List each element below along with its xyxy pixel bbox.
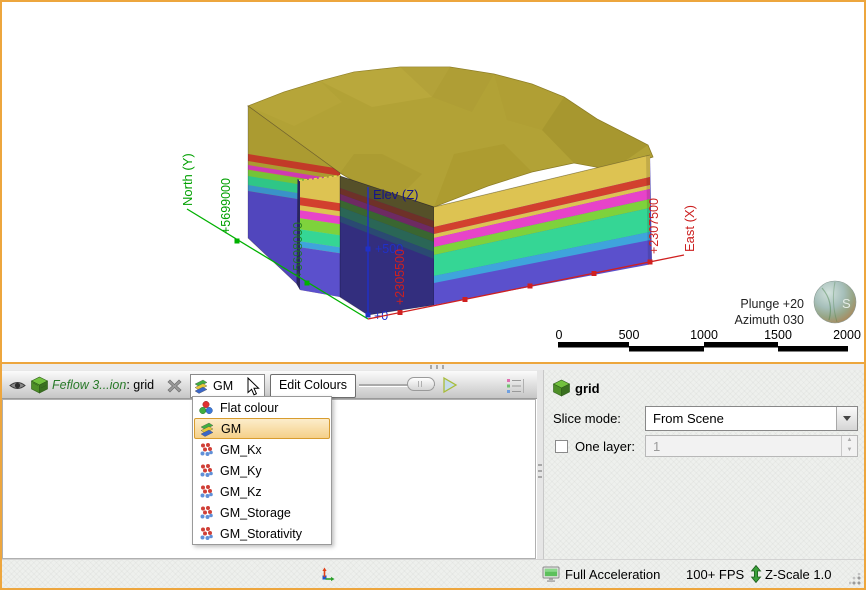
spin-down-icon[interactable]: ▼ — [842, 446, 857, 456]
points-icon — [198, 463, 214, 479]
object-name: Feflow 3...ion — [52, 378, 126, 392]
scale-label: 1000 — [690, 328, 718, 342]
flat-colour-icon — [198, 400, 214, 416]
plunge-readout: Plunge +20 — [740, 297, 804, 311]
z-scale-readout: Z-Scale 1.0 — [765, 567, 831, 582]
one-layer-checkbox[interactable] — [555, 440, 568, 453]
play-triangle-icon[interactable] — [441, 376, 459, 394]
layers-icon — [199, 421, 215, 437]
application-window: +5699000 +5698000 North (Y) Elev (Z) +50… — [0, 0, 866, 590]
monitor-icon — [542, 566, 561, 583]
east-tick — [648, 260, 653, 265]
edit-colours-button[interactable]: Edit Colours — [270, 374, 356, 398]
axes-icon — [320, 567, 335, 582]
slice-mode-label: Slice mode: — [553, 411, 621, 426]
points-icon — [198, 484, 214, 500]
east-tick-label: +2307500 — [647, 198, 661, 254]
east-tick — [528, 284, 533, 289]
scene-view[interactable]: +5699000 +5698000 North (Y) Elev (Z) +50… — [2, 2, 864, 364]
model-cube-icon — [552, 379, 571, 397]
option-label: GM_Kz — [220, 485, 262, 499]
option-label: GM — [221, 422, 241, 436]
east-tick-label: +2305500 — [393, 249, 407, 305]
compass-south-label: S — [842, 296, 851, 311]
colour-select-value: GM — [213, 379, 233, 393]
slice-mode-value: From Scene — [646, 411, 836, 426]
option-label: Flat colour — [220, 401, 278, 415]
resize-grip[interactable] — [849, 573, 861, 585]
east-tick — [592, 271, 597, 276]
slice-mode-select[interactable]: From Scene — [645, 406, 858, 431]
elev-axis-label: Elev (Z) — [373, 187, 419, 202]
layers-icon — [193, 378, 209, 394]
east-tick — [398, 310, 403, 315]
opacity-slider-handle[interactable] — [407, 377, 435, 391]
option-label: GM_Ky — [220, 464, 262, 478]
scale-bar: 0 500 1000 1500 2000 — [556, 328, 861, 352]
east-tick — [463, 297, 468, 302]
scene-list-icon[interactable] — [504, 376, 528, 396]
north-axis-label: North (Y) — [180, 153, 195, 206]
option-gm-storage[interactable]: GM_Storage — [193, 502, 331, 523]
splitter-grip — [430, 365, 448, 369]
chevron-down-icon[interactable] — [836, 407, 857, 430]
points-icon — [198, 442, 214, 458]
mouse-cursor — [247, 377, 261, 397]
elev-tick — [366, 313, 371, 318]
splitter-grip — [538, 464, 542, 480]
scale-label: 2000 — [833, 328, 861, 342]
shape-list-item-label[interactable]: Feflow 3...ion: grid — [52, 378, 154, 392]
one-layer-value: 1 — [646, 439, 841, 454]
option-flat-colour[interactable]: Flat colour — [193, 397, 331, 418]
north-tick — [235, 239, 240, 244]
spin-up-icon[interactable]: ▲ — [842, 436, 857, 446]
z-scale-arrow-icon — [750, 565, 762, 583]
option-label: GM_Storativity — [220, 527, 302, 541]
colour-select-popup: Flat colour GM GM_Kx — [192, 396, 332, 545]
status-bar: Full Acceleration 100+ FPS Z-Scale 1.0 — [2, 559, 864, 588]
model-cube-icon — [30, 376, 49, 394]
properties-title: grid — [575, 381, 600, 396]
azimuth-readout: Azimuth 030 — [735, 313, 805, 327]
compass-ball[interactable]: S — [814, 281, 856, 323]
north-tick — [305, 281, 310, 286]
option-gm-kz[interactable]: GM_Kz — [193, 481, 331, 502]
close-icon[interactable] — [166, 378, 183, 394]
option-gm-storativity[interactable]: GM_Storativity — [193, 523, 331, 544]
option-label: GM_Storage — [220, 506, 291, 520]
fps-readout: 100+ FPS — [686, 567, 744, 582]
scale-label: 1500 — [764, 328, 792, 342]
north-tick-label: +5698000 — [291, 222, 305, 278]
option-gm-ky[interactable]: GM_Ky — [193, 460, 331, 481]
properties-panel: grid Slice mode: From Scene One layer: 1… — [543, 370, 864, 559]
shape-list-row: Feflow 3...ion: grid GM Edit Colours — [2, 370, 537, 399]
points-icon — [198, 526, 214, 542]
scale-label: 500 — [619, 328, 640, 342]
acceleration-status: Full Acceleration — [565, 567, 660, 582]
option-gm-selected[interactable]: GM — [194, 418, 330, 439]
one-layer-label: One layer: — [575, 439, 635, 454]
scale-label: 0 — [556, 328, 563, 342]
3d-scene-viewport[interactable]: +5699000 +5698000 North (Y) Elev (Z) +50… — [2, 2, 864, 362]
points-icon — [198, 505, 214, 521]
option-gm-kx[interactable]: GM_Kx — [193, 439, 331, 460]
elev-tick — [366, 247, 371, 252]
option-label: GM_Kx — [220, 443, 262, 457]
eye-icon[interactable] — [9, 379, 26, 392]
object-type: : grid — [126, 378, 154, 392]
north-tick-label: +5699000 — [219, 178, 233, 234]
east-axis-label: East (X) — [682, 205, 697, 252]
one-layer-spinner[interactable]: 1 ▲▼ — [645, 435, 858, 457]
